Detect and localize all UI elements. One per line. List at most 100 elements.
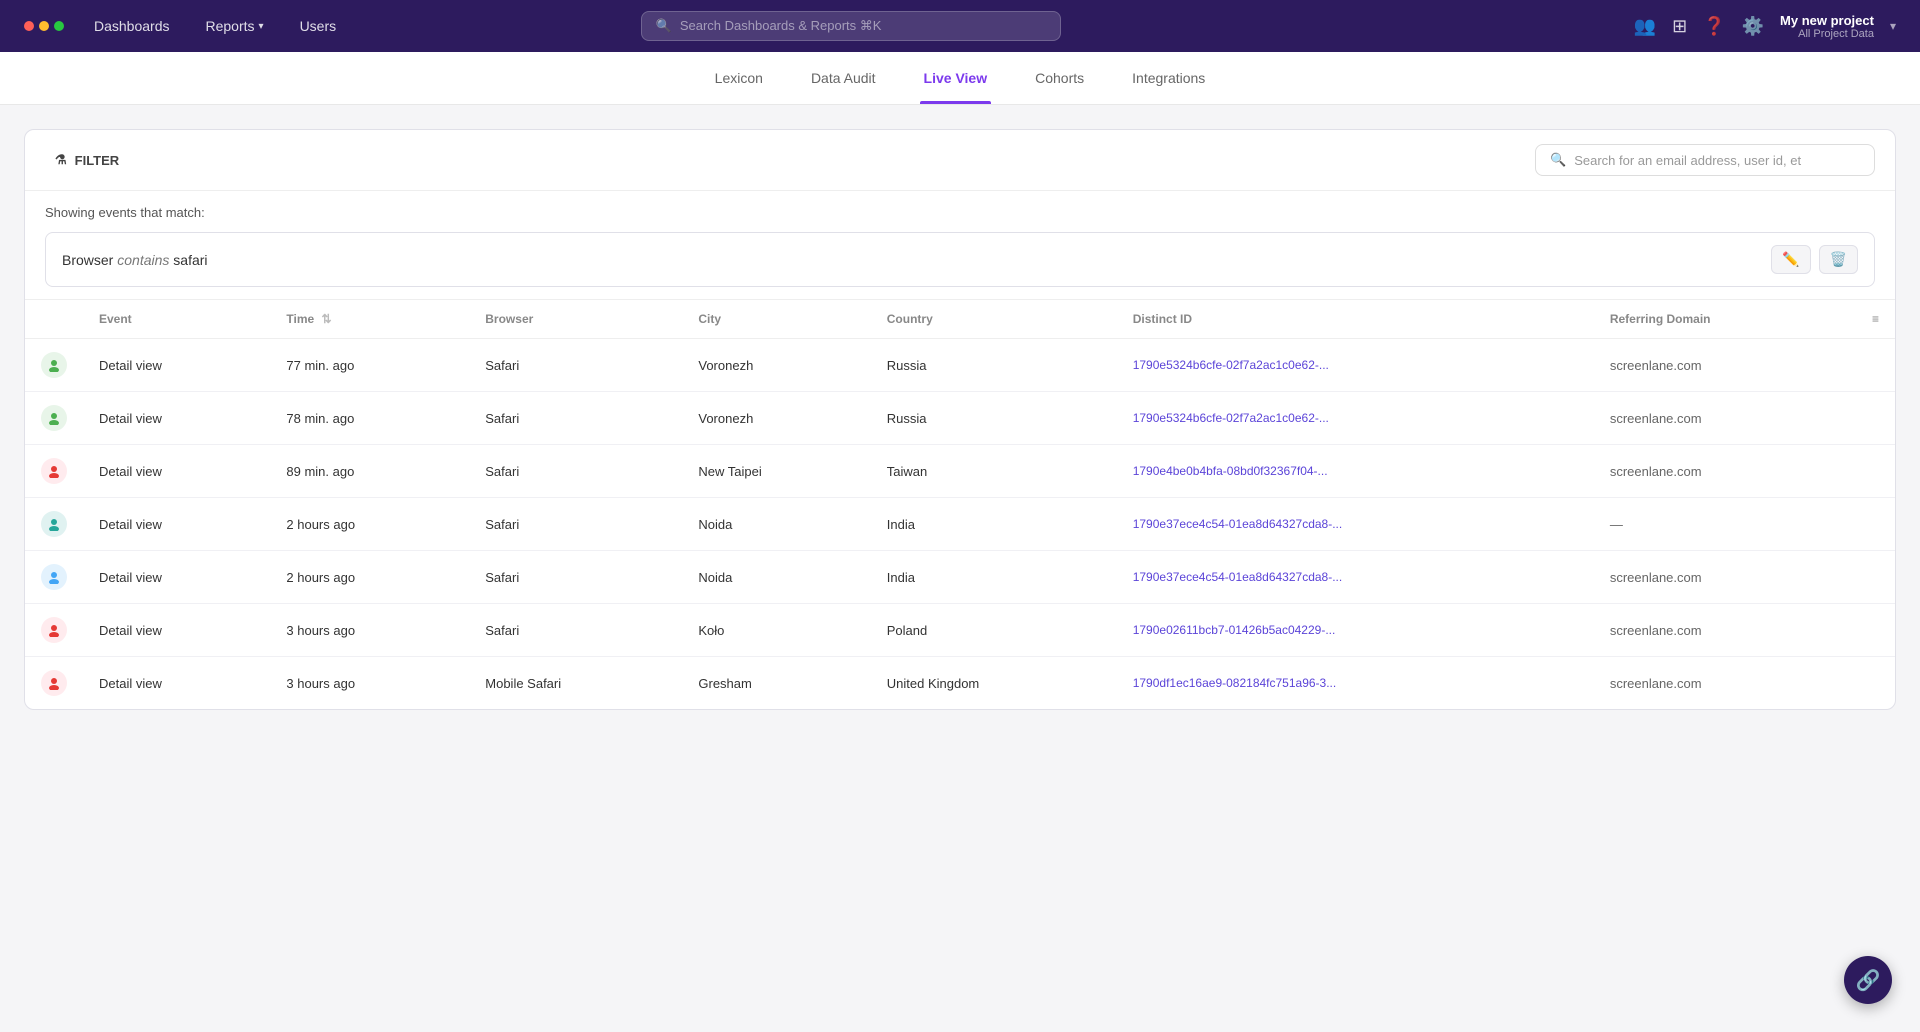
sub-nav: Lexicon Data Audit Live View Cohorts Int… (0, 52, 1920, 105)
project-selector[interactable]: My new project All Project Data (1780, 13, 1874, 40)
row-options-cell (1856, 339, 1895, 392)
table-row[interactable]: Detail view 89 min. ago Safari New Taipe… (25, 445, 1895, 498)
people-icon[interactable]: 👥 (1634, 16, 1656, 37)
filter-button[interactable]: ⚗ FILTER (45, 146, 129, 174)
row-distinct-id[interactable]: 1790e4be0b4bfa-08bd0f32367f04-... (1117, 445, 1594, 498)
top-nav: Dashboards Reports ▾ Users 🔍 Search Dash… (0, 0, 1920, 52)
share-button[interactable]: 🔗 (1844, 956, 1892, 1004)
row-referring-domain: screenlane.com (1594, 339, 1856, 392)
table-row[interactable]: Detail view 77 min. ago Safari Voronezh … (25, 339, 1895, 392)
tab-integrations[interactable]: Integrations (1128, 52, 1209, 104)
help-icon[interactable]: ❓ (1703, 16, 1725, 37)
row-avatar-cell (25, 604, 83, 657)
row-time: 2 hours ago (270, 551, 469, 604)
nav-dashboards[interactable]: Dashboards (80, 10, 184, 42)
events-table: Event Time ⇅ Browser City Country (25, 299, 1895, 709)
row-avatar-cell (25, 339, 83, 392)
row-referring-domain: — (1594, 498, 1856, 551)
nav-reports[interactable]: Reports ▾ (192, 10, 278, 42)
avatar (41, 458, 67, 484)
tab-data-audit[interactable]: Data Audit (807, 52, 880, 104)
row-event: Detail view (83, 551, 270, 604)
filter-bar: ⚗ FILTER 🔍 Search for an email address, … (25, 130, 1895, 191)
row-options-cell (1856, 498, 1895, 551)
col-city: City (682, 300, 870, 339)
row-event: Detail view (83, 392, 270, 445)
row-city: Noida (682, 498, 870, 551)
settings-icon[interactable]: ⚙️ (1742, 16, 1764, 37)
row-time: 3 hours ago (270, 604, 469, 657)
row-browser: Safari (469, 498, 682, 551)
sort-icon: ⇅ (322, 312, 332, 326)
row-country: Russia (871, 392, 1117, 445)
main-content: ⚗ FILTER 🔍 Search for an email address, … (0, 105, 1920, 1032)
tab-live-view[interactable]: Live View (920, 52, 992, 104)
avatar (41, 405, 67, 431)
close-dot (24, 21, 34, 31)
row-avatar-cell (25, 498, 83, 551)
nav-users[interactable]: Users (286, 10, 351, 42)
search-icon: 🔍 (1550, 152, 1566, 168)
row-time: 89 min. ago (270, 445, 469, 498)
edit-condition-button[interactable]: ✏️ (1771, 245, 1810, 274)
row-city: Gresham (682, 657, 870, 710)
avatar (41, 352, 67, 378)
row-distinct-id[interactable]: 1790e37ece4c54-01ea8d64327cda8-... (1117, 498, 1594, 551)
tab-lexicon[interactable]: Lexicon (711, 52, 767, 104)
row-city: Koło (682, 604, 870, 657)
row-country: United Kingdom (871, 657, 1117, 710)
table-row[interactable]: Detail view 3 hours ago Mobile Safari Gr… (25, 657, 1895, 710)
row-event: Detail view (83, 339, 270, 392)
row-browser: Safari (469, 445, 682, 498)
row-city: Voronezh (682, 339, 870, 392)
global-search[interactable]: 🔍 Search Dashboards & Reports ⌘K (641, 11, 1061, 41)
col-distinct-id: Distinct ID (1117, 300, 1594, 339)
row-browser: Safari (469, 604, 682, 657)
row-browser: Safari (469, 392, 682, 445)
row-avatar-cell (25, 445, 83, 498)
row-time: 3 hours ago (270, 657, 469, 710)
table-row[interactable]: Detail view 3 hours ago Safari Koło Pola… (25, 604, 1895, 657)
window-controls (24, 21, 64, 31)
col-browser: Browser (469, 300, 682, 339)
table-row[interactable]: Detail view 2 hours ago Safari Noida Ind… (25, 498, 1895, 551)
filter-condition-actions: ✏️ 🗑️ (1771, 245, 1858, 274)
row-avatar-cell (25, 392, 83, 445)
row-avatar-cell (25, 551, 83, 604)
showing-match-label: Showing events that match: (25, 191, 1895, 220)
avatar (41, 617, 67, 643)
row-distinct-id[interactable]: 1790e5324b6cfe-02f7a2ac1c0e62-... (1117, 392, 1594, 445)
row-distinct-id[interactable]: 1790df1ec16ae9-082184fc751a96-3... (1117, 657, 1594, 710)
col-options: ≡ (1856, 300, 1895, 339)
chevron-down-icon: ▾ (259, 21, 264, 32)
row-city: Noida (682, 551, 870, 604)
tab-cohorts[interactable]: Cohorts (1031, 52, 1088, 104)
row-country: Taiwan (871, 445, 1117, 498)
avatar (41, 670, 67, 696)
col-country: Country (871, 300, 1117, 339)
filter-condition: Browser contains safari ✏️ 🗑️ (45, 232, 1875, 287)
row-distinct-id[interactable]: 1790e5324b6cfe-02f7a2ac1c0e62-... (1117, 339, 1594, 392)
col-time[interactable]: Time ⇅ (270, 300, 469, 339)
row-distinct-id[interactable]: 1790e37ece4c54-01ea8d64327cda8-... (1117, 551, 1594, 604)
columns-icon[interactable]: ≡ (1872, 312, 1879, 326)
user-search[interactable]: 🔍 Search for an email address, user id, … (1535, 144, 1875, 176)
row-country: Poland (871, 604, 1117, 657)
row-browser: Safari (469, 551, 682, 604)
table-header-row: Event Time ⇅ Browser City Country (25, 300, 1895, 339)
row-browser: Safari (469, 339, 682, 392)
row-options-cell (1856, 657, 1895, 710)
row-time: 2 hours ago (270, 498, 469, 551)
grid-icon[interactable]: ⊞ (1672, 16, 1687, 37)
table-row[interactable]: Detail view 2 hours ago Safari Noida Ind… (25, 551, 1895, 604)
minimize-dot (39, 21, 49, 31)
row-country: Russia (871, 339, 1117, 392)
table-row[interactable]: Detail view 78 min. ago Safari Voronezh … (25, 392, 1895, 445)
row-referring-domain: screenlane.com (1594, 604, 1856, 657)
row-referring-domain: screenlane.com (1594, 392, 1856, 445)
avatar (41, 511, 67, 537)
delete-condition-button[interactable]: 🗑️ (1819, 245, 1858, 274)
row-distinct-id[interactable]: 1790e02611bcb7-01426b5ac04229-... (1117, 604, 1594, 657)
row-referring-domain: screenlane.com (1594, 445, 1856, 498)
row-event: Detail view (83, 498, 270, 551)
